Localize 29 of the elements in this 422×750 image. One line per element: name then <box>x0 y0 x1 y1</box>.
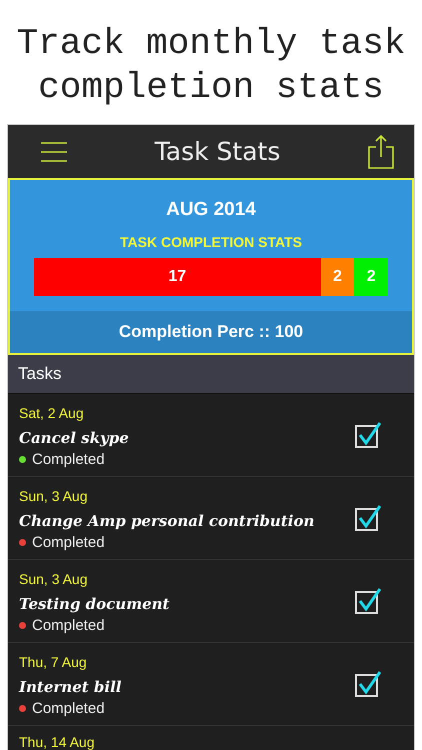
task-status: Completed <box>32 534 105 550</box>
caption-line: completion stats <box>38 66 384 110</box>
checkbox[interactable] <box>355 671 381 697</box>
stats-subtitle: TASK COMPLETION STATS <box>120 234 302 250</box>
task-title: Internet bill <box>19 678 122 696</box>
section-header: Tasks <box>8 355 414 394</box>
task-date: Sun, 3 Aug <box>19 570 89 588</box>
bar-segment: 2 <box>320 258 354 296</box>
task-date: Thu, 14 Aug <box>19 733 96 750</box>
share-icon[interactable] <box>368 134 394 168</box>
task-date: Thu, 7 Aug <box>19 652 88 672</box>
checkbox[interactable] <box>355 505 381 531</box>
bar-segment: 17 <box>34 258 321 296</box>
menu-icon[interactable] <box>41 142 67 162</box>
task-title: Change Amp personal contribution <box>19 512 316 530</box>
month-label: AUG 2014 <box>166 199 256 221</box>
checkbox[interactable] <box>355 588 381 614</box>
task-status: Completed <box>32 450 105 468</box>
screen-title: Task Stats <box>154 137 280 166</box>
bar-segment: 2 <box>354 258 388 296</box>
task-status: Completed <box>32 616 105 634</box>
completion-percentage: Completion Perc :: 100 <box>10 311 412 353</box>
task-status: Completed <box>32 700 105 716</box>
task-title: Cancel skype <box>19 428 130 446</box>
task-title: Testing document <box>19 594 170 612</box>
task-date: Sun, 3 Aug <box>19 486 89 506</box>
task-date: Sat, 2 Aug <box>19 404 85 422</box>
checkbox[interactable] <box>355 422 381 448</box>
caption-line: Track monthly task <box>16 22 406 66</box>
